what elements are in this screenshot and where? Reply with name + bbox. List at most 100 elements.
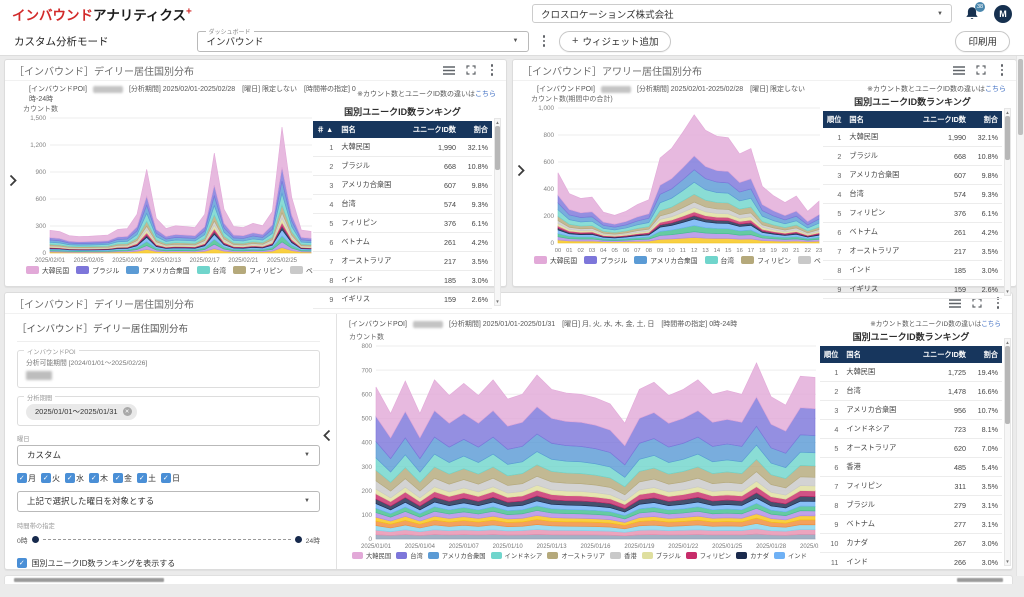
weekday-checkbox[interactable]: ✓日 — [161, 473, 180, 484]
table-scrollbar[interactable]: ▲▼ — [494, 118, 501, 306]
column-header[interactable]: 国名 — [842, 346, 916, 363]
legend-item[interactable]: 台湾 — [705, 255, 735, 265]
note-link[interactable]: こちら — [981, 321, 1001, 328]
dashboard-menu-icon[interactable] — [539, 33, 550, 49]
legend-item[interactable]: インドネシア — [491, 551, 543, 560]
list-view-icon[interactable] — [953, 66, 965, 75]
legend-item[interactable]: 大韓民国 — [534, 255, 577, 265]
table-cell: 574 — [406, 195, 460, 214]
legend-item[interactable]: 大韓民国 — [352, 551, 391, 560]
legend-item[interactable]: カナダ — [736, 551, 769, 560]
legend-item[interactable]: フィリピン — [233, 265, 283, 275]
avatar[interactable]: M — [994, 5, 1012, 23]
notifications-button[interactable]: 38 — [964, 5, 982, 22]
table-scrollbar[interactable]: ▲▼ — [1004, 108, 1011, 296]
weekday-checkbox[interactable]: ✓火 — [41, 473, 60, 484]
column-header[interactable]: 順位 — [823, 111, 845, 128]
note-link[interactable]: こちら — [985, 86, 1006, 93]
column-header[interactable]: ユニークID数 — [916, 111, 970, 128]
table-cell: 5 — [313, 214, 337, 233]
mode-label: カスタム分析モード — [14, 34, 109, 49]
legend-item[interactable]: オーストラリア — [547, 551, 605, 560]
legend-item[interactable]: ベトナム — [290, 265, 313, 275]
list-view-icon[interactable] — [443, 66, 455, 75]
legend-item[interactable]: アメリカ合衆国 — [126, 265, 189, 275]
scroll-down-icon[interactable]: ▼ — [1005, 558, 1009, 565]
open-config-icon[interactable] — [517, 164, 525, 182]
open-config-icon[interactable] — [9, 174, 17, 192]
scroll-up-icon[interactable]: ▲ — [495, 119, 499, 126]
page-scrollbar-thumb[interactable] — [1018, 59, 1023, 135]
fullscreen-icon[interactable] — [466, 65, 476, 75]
legend-swatch — [686, 552, 697, 559]
slider-track[interactable] — [43, 539, 291, 540]
table-row: 2台湾1,47816.6% — [820, 382, 1002, 401]
table-cell: 大韓民国 — [842, 363, 916, 382]
poi-field[interactable]: インバウンドPOI 分析可能期間 [2024/01/01～2025/02/26] — [17, 350, 320, 388]
column-header[interactable]: 割合 — [970, 111, 1002, 128]
time-end-label: 24時 — [306, 535, 320, 545]
scroll-up-icon[interactable]: ▲ — [1005, 109, 1009, 116]
weekday-target-select[interactable]: 上記で選択した曜日を対象とする ▼ — [17, 491, 320, 512]
legend-item[interactable]: 大韓民国 — [26, 265, 69, 275]
add-widget-button[interactable]: + ウィジェット追加 — [559, 31, 671, 52]
column-header[interactable]: 割合 — [970, 346, 1002, 363]
table-cell: インド — [842, 553, 916, 570]
weekday-select[interactable]: カスタム ▼ — [17, 445, 320, 466]
weekday-checkbox[interactable]: ✓水 — [65, 473, 84, 484]
column-header[interactable]: ユニークID数 — [406, 121, 460, 138]
table-scrollbar[interactable]: ▲▼ — [1004, 338, 1011, 566]
table-cell: 3.0% — [970, 534, 1002, 553]
legend-item[interactable]: アメリカ合衆国 — [428, 551, 486, 560]
scroll-down-icon[interactable]: ▼ — [1005, 288, 1009, 295]
dashboard-select[interactable]: ダッシュボード インバウンド ▼ — [197, 31, 529, 52]
slider-handle-end[interactable] — [295, 536, 302, 543]
show-ranking-checkbox[interactable]: ✓ 国別ユニークID数ランキングを表示する — [17, 558, 320, 569]
ranking-title: 国別ユニークID数ランキング — [313, 105, 492, 118]
print-button[interactable]: 印刷用 — [955, 31, 1010, 52]
chip-remove-icon[interactable]: ✕ — [123, 407, 132, 416]
legend-item[interactable]: フィリピン — [686, 551, 731, 560]
weekday-checkbox[interactable]: ✓木 — [89, 473, 108, 484]
column-header[interactable]: 割合 — [460, 121, 492, 138]
widget-menu-icon[interactable] — [487, 62, 498, 78]
legend-item[interactable]: 台湾 — [396, 551, 423, 560]
weekday-checkbox[interactable]: ✓月 — [17, 473, 36, 484]
legend-item[interactable]: 香港 — [610, 551, 637, 560]
legend-label: フィリピン — [757, 255, 791, 265]
legend-item[interactable]: アメリカ合衆国 — [634, 255, 697, 265]
legend-item[interactable]: ブラジル — [642, 551, 681, 560]
table-cell: 8 — [823, 261, 845, 280]
legend-item[interactable]: インド — [774, 551, 807, 560]
legend-label: ブラジル — [92, 265, 119, 275]
weekday-checkbox[interactable]: ✓土 — [137, 473, 156, 484]
legend-item[interactable]: ブラジル — [76, 265, 119, 275]
legend-item[interactable]: ベトナム — [798, 255, 823, 265]
table-cell: 1 — [820, 363, 842, 382]
legend-item[interactable]: ブラジル — [584, 255, 627, 265]
legend-item[interactable]: フィリピン — [741, 255, 791, 265]
legend-label: ブラジル — [656, 551, 681, 560]
scroll-down-icon[interactable]: ▼ — [495, 298, 499, 305]
page-scrollbar[interactable] — [1016, 56, 1024, 576]
svg-text:18: 18 — [759, 248, 765, 254]
collapse-config-icon[interactable] — [323, 429, 331, 447]
scroll-up-icon[interactable]: ▲ — [1005, 339, 1009, 346]
column-header[interactable]: 国名 — [337, 121, 406, 138]
legend-item[interactable]: 台湾 — [197, 265, 227, 275]
note-link[interactable]: こちら — [475, 91, 496, 98]
period-field[interactable]: 分析期間 2025/01/01～2025/01/31 ✕ — [17, 396, 320, 426]
column-header[interactable]: 順位 — [820, 346, 842, 363]
company-select[interactable]: クロスロケーションズ株式会社 ▼ — [532, 4, 952, 23]
table-cell: 376 — [406, 214, 460, 233]
filter-poi-label: [インバウンドPOI] — [349, 319, 407, 329]
column-header[interactable]: ＃ ▲ — [313, 121, 337, 138]
weekday-checkbox[interactable]: ✓金 — [113, 473, 132, 484]
table-cell: アメリカ合衆国 — [845, 166, 916, 185]
slider-handle-start[interactable] — [32, 536, 39, 543]
column-header[interactable]: 国名 — [845, 111, 916, 128]
widget-menu-icon[interactable] — [997, 62, 1008, 78]
legend-swatch — [396, 552, 407, 559]
fullscreen-icon[interactable] — [976, 65, 986, 75]
column-header[interactable]: ユニークID数 — [916, 346, 970, 363]
